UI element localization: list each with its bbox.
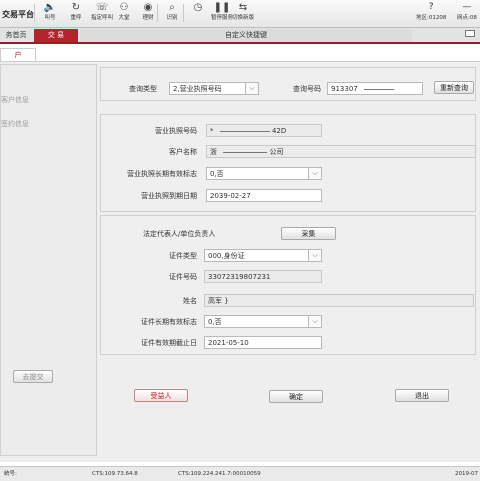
- exit-button[interactable]: 退出: [395, 389, 449, 402]
- nav-customer-info[interactable]: 客户信息: [1, 95, 29, 105]
- subtab[interactable]: 户: [0, 48, 36, 61]
- id-expiry-label: 证件有效期截止日: [141, 339, 197, 347]
- business-info-section: 营业执照号码 * 42D 客户名称 浙 公司 营业执照长期有效标志 0,否 ⌵ …: [100, 114, 476, 212]
- switch-version-button[interactable]: ⇆ 切换新版: [228, 2, 258, 26]
- query-section: 查询类型 2,营业执照号码 ⌵ 查询号码 913307 重新查询: [100, 67, 476, 101]
- cts-address-1: CTS:109.73.64.8: [92, 471, 138, 477]
- name-label: 姓名: [183, 297, 197, 305]
- requery-button[interactable]: 重新查询: [434, 81, 474, 94]
- customer-name-field: 浙 公司: [206, 145, 476, 158]
- left-nav-panel: 客户信息 签约信息 去提交: [0, 64, 97, 456]
- scan-icon: ⌕: [169, 2, 175, 13]
- status-bar: 统号: CTS:109.73.64.8 CTS:109.224.241.7:00…: [0, 466, 480, 481]
- id-type-select[interactable]: 000,身份证 ⌵: [204, 249, 322, 262]
- query-type-label: 查询类型: [129, 85, 157, 93]
- customer-name-label: 客户名称: [169, 148, 197, 156]
- teller-label: 统号:: [4, 471, 17, 477]
- id-expiry-input[interactable]: 2021-05-10: [204, 336, 322, 349]
- tab-home[interactable]: 务首页: [0, 29, 32, 42]
- masked-text: [223, 151, 268, 153]
- nav-sign-info[interactable]: 签约信息: [1, 119, 29, 129]
- close-icon: [465, 30, 475, 37]
- license-long-term-label: 营业执照长期有效标志: [127, 170, 197, 178]
- toolbar-separator: [34, 4, 35, 22]
- close-tab-button[interactable]: [462, 29, 478, 42]
- id-long-term-label: 证件长期有效标志: [141, 318, 197, 326]
- name-field: 高军 }: [204, 294, 474, 307]
- recall-button[interactable]: ↻ 重呼: [62, 2, 90, 26]
- query-number-input[interactable]: 913307: [327, 82, 423, 95]
- minimize-button[interactable]: — 网点:08: [457, 2, 477, 21]
- legal-representative-section: 法定代表人/单位负责人 采集 证件类型 000,身份证 ⌵ 证件号码 33072…: [100, 215, 476, 355]
- query-number-label: 查询号码: [293, 85, 321, 93]
- refresh-icon: ↻: [71, 2, 81, 13]
- call-number-button[interactable]: 🔈 叫号: [36, 2, 64, 26]
- status-date: 2019-07: [455, 471, 478, 477]
- id-long-term-select[interactable]: 0,否 ⌵: [204, 315, 322, 328]
- minimize-icon: —: [462, 2, 472, 12]
- identify-button[interactable]: ⌕ 识别: [158, 2, 186, 26]
- app-title: 交易平台: [2, 10, 34, 19]
- toolbar: 交易平台 🔈 叫号 ↻ 重呼 ☏ 指定呼叫 ⚇ 大堂 ◉ 理财 ⌕ 识别 ◷ ❚…: [0, 0, 480, 28]
- resubmit-button[interactable]: 去提交: [13, 370, 53, 383]
- help-button[interactable]: ? 地区:01208: [416, 2, 446, 21]
- masked-text: [363, 88, 394, 90]
- chevron-down-icon: ⌵: [308, 168, 321, 179]
- license-expiry-label: 营业执照到期日期: [141, 192, 197, 200]
- help-icon: ?: [428, 2, 434, 12]
- region-label: 地区:01208: [416, 15, 447, 21]
- cts-address-2: CTS:109.224.241.7:00010059: [178, 471, 261, 477]
- masked-text: [219, 130, 270, 132]
- legal-rep-label: 法定代表人/单位负责人: [143, 230, 216, 238]
- chevron-down-icon: ⌵: [245, 83, 258, 94]
- collect-button[interactable]: 采集: [281, 227, 336, 240]
- speaker-icon: 🔈: [43, 2, 57, 13]
- chevron-down-icon: ⌵: [308, 316, 321, 327]
- id-number-field: 33072319807231: [204, 270, 322, 283]
- network-label: 网点:08: [457, 15, 477, 21]
- beneficiary-button[interactable]: 受益人: [134, 389, 188, 402]
- tab-bar: 务首页 交 易 自定义快捷键: [0, 28, 480, 44]
- confirm-button[interactable]: 确定: [269, 390, 323, 403]
- id-number-label: 证件号码: [169, 273, 197, 281]
- chevron-down-icon: ⌵: [308, 250, 321, 261]
- license-expiry-input[interactable]: 2039-02-27: [206, 189, 322, 202]
- license-number-field: * 42D: [206, 124, 322, 137]
- tab-custom-shortcut[interactable]: 自定义快捷键: [80, 29, 412, 42]
- license-long-term-select[interactable]: 0,否 ⌵: [206, 167, 322, 180]
- license-number-label: 营业执照号码: [155, 127, 197, 135]
- switch-icon: ⇆: [238, 2, 248, 13]
- tab-trade[interactable]: 交 易: [34, 29, 78, 42]
- id-type-label: 证件类型: [169, 252, 197, 260]
- query-type-select[interactable]: 2,营业执照号码 ⌵: [169, 82, 259, 95]
